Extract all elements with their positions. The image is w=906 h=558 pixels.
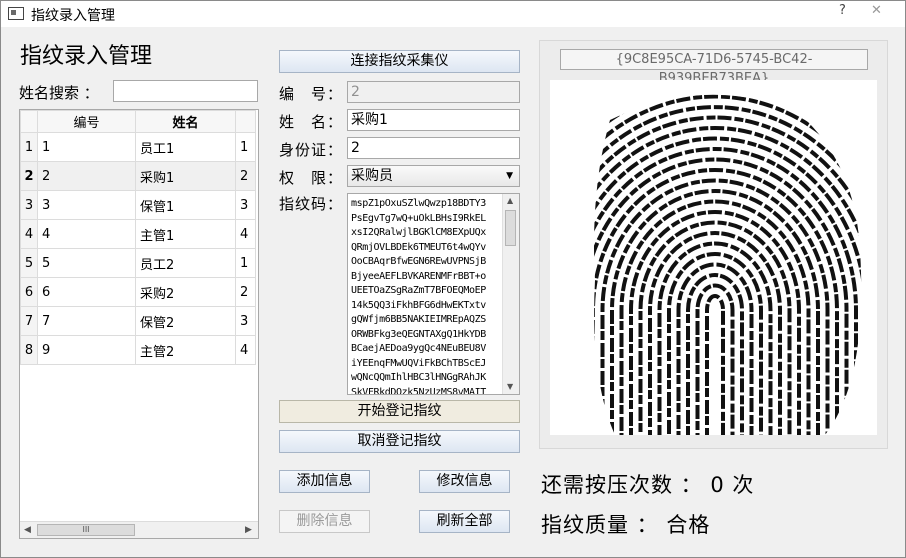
horizontal-scrollbar[interactable]: ◀ III ▶ bbox=[20, 521, 258, 538]
table-row[interactable]: 6 6 采购2 2 bbox=[20, 277, 256, 307]
cell-name[interactable]: 采购1 bbox=[135, 161, 236, 191]
cell-id[interactable]: 1 bbox=[37, 132, 136, 162]
window-title: 指纹录入管理 bbox=[31, 8, 115, 24]
cell-name[interactable]: 主管1 bbox=[135, 219, 236, 249]
fingerprint-image bbox=[550, 80, 877, 435]
cell-extra[interactable]: 2 bbox=[235, 277, 256, 307]
cell-name[interactable]: 采购2 bbox=[135, 277, 236, 307]
cell-extra[interactable]: 2 bbox=[235, 161, 256, 191]
connect-device-button[interactable]: 连接指纹采集仪 bbox=[279, 50, 520, 73]
cell-id[interactable]: 7 bbox=[37, 306, 136, 336]
cancel-enroll-button[interactable]: 取消登记指纹 bbox=[279, 430, 520, 453]
cell-id[interactable]: 6 bbox=[37, 277, 136, 307]
search-label: 姓名搜索 ： bbox=[19, 84, 99, 102]
row-number[interactable]: 4 bbox=[20, 219, 38, 249]
cell-name[interactable]: 保管1 bbox=[135, 190, 236, 220]
cell-name[interactable]: 员工2 bbox=[135, 248, 236, 278]
idcard-label: 身份证： bbox=[279, 141, 344, 159]
idcard-field[interactable]: 2 bbox=[347, 137, 520, 159]
scroll-up-arrow-icon[interactable]: ▲ bbox=[507, 196, 513, 205]
table-row[interactable]: 4 4 主管1 4 bbox=[20, 219, 256, 249]
fingerprint-code-textarea[interactable]: mspZ1pOxuSZlwQwzp18BDTY3 PsEgvTg7wQ+uOkL… bbox=[347, 193, 520, 395]
scroll-right-arrow-icon[interactable]: ▶ bbox=[245, 525, 252, 535]
refresh-all-button[interactable]: 刷新全部 bbox=[419, 510, 510, 533]
row-number[interactable]: 2 bbox=[20, 161, 38, 191]
column-header-extra[interactable] bbox=[235, 110, 256, 133]
cell-id[interactable]: 3 bbox=[37, 190, 136, 220]
table-row[interactable]: 7 7 保管2 3 bbox=[20, 306, 256, 336]
cell-extra[interactable]: 1 bbox=[235, 132, 256, 162]
column-header-id[interactable]: 编号 bbox=[37, 110, 136, 133]
device-guid: {9C8E95CA-71D6-5745-BC42-B939BEB73BEA} bbox=[560, 49, 868, 86]
add-info-button[interactable]: 添加信息 bbox=[279, 470, 370, 493]
cell-name[interactable]: 保管2 bbox=[135, 306, 236, 336]
name-label: 姓 名： bbox=[279, 113, 344, 131]
id-label: 编 号： bbox=[279, 85, 344, 103]
role-label: 权 限： bbox=[279, 169, 344, 187]
cell-extra[interactable]: 1 bbox=[235, 248, 256, 278]
table-row[interactable]: 3 3 保管1 3 bbox=[20, 190, 256, 220]
delete-info-button: 删除信息 bbox=[279, 510, 370, 533]
row-number[interactable]: 7 bbox=[20, 306, 38, 336]
cell-id[interactable]: 5 bbox=[37, 248, 136, 278]
fingerprint-icon bbox=[594, 94, 862, 435]
fingerprint-code-label: 指纹码： bbox=[279, 195, 344, 213]
vertical-scroll-thumb[interactable] bbox=[505, 210, 516, 246]
cell-name[interactable]: 主管2 bbox=[135, 335, 236, 365]
fingerprint-quality-text: 指纹质量 ： 合格 bbox=[541, 513, 711, 537]
table-row[interactable]: 2 2 采购1 2 bbox=[20, 161, 256, 191]
help-icon[interactable]: ? bbox=[839, 3, 846, 18]
role-select[interactable]: 采购员 ▼ bbox=[347, 165, 520, 187]
cell-extra[interactable]: 4 bbox=[235, 335, 256, 365]
cell-name[interactable]: 员工1 bbox=[135, 132, 236, 162]
row-number[interactable]: 5 bbox=[20, 248, 38, 278]
cell-id[interactable]: 9 bbox=[37, 335, 136, 365]
start-enroll-button[interactable]: 开始登记指纹 bbox=[279, 400, 520, 423]
name-field[interactable]: 采购1 bbox=[347, 109, 520, 131]
close-icon[interactable]: ✕ bbox=[871, 3, 882, 18]
row-number[interactable]: 1 bbox=[20, 132, 38, 162]
id-field: 2 bbox=[347, 81, 520, 103]
vertical-scrollbar[interactable]: ▲ ▼ bbox=[502, 194, 519, 394]
cell-id[interactable]: 4 bbox=[37, 219, 136, 249]
sensor-panel: {9C8E95CA-71D6-5745-BC42-B939BEB73BEA} bbox=[539, 40, 888, 449]
table-corner bbox=[20, 110, 38, 133]
scroll-thumb[interactable]: III bbox=[37, 524, 135, 536]
cell-extra[interactable]: 4 bbox=[235, 219, 256, 249]
table-row[interactable]: 1 1 员工1 1 bbox=[20, 132, 256, 162]
page-title: 指纹录入管理 bbox=[20, 44, 153, 69]
title-bar: 指纹录入管理 ? ✕ bbox=[1, 1, 905, 27]
column-header-name[interactable]: 姓名 bbox=[135, 110, 236, 133]
cell-extra[interactable]: 3 bbox=[235, 306, 256, 336]
cell-id[interactable]: 2 bbox=[37, 161, 136, 191]
scroll-left-arrow-icon[interactable]: ◀ bbox=[24, 525, 31, 535]
role-value: 采购员 bbox=[351, 168, 393, 184]
table-row[interactable]: 5 5 员工2 1 bbox=[20, 248, 256, 278]
fingerprint-code-text: mspZ1pOxuSZlwQwzp18BDTY3 PsEgvTg7wQ+uOkL… bbox=[351, 198, 486, 395]
chevron-down-icon: ▼ bbox=[506, 171, 513, 181]
modify-info-button[interactable]: 修改信息 bbox=[419, 470, 510, 493]
employee-table: 编号 姓名 1 1 员工1 1 2 2 采购1 2 3 3 保管1 3 4 4 主管1 4 5 5 员工2 1 6 6 采购… bbox=[19, 109, 259, 539]
row-number[interactable]: 3 bbox=[20, 190, 38, 220]
cell-extra[interactable]: 3 bbox=[235, 190, 256, 220]
window-icon bbox=[8, 7, 24, 20]
remaining-presses-text: 还需按压次数 ： 0 次 bbox=[541, 473, 755, 497]
search-input[interactable] bbox=[113, 80, 258, 102]
app-window: 指纹录入管理 ? ✕ 指纹录入管理 姓名搜索 ： 编号 姓名 1 1 员工1 1 2 2 采… bbox=[0, 0, 906, 558]
row-number[interactable]: 8 bbox=[20, 335, 38, 365]
scroll-down-arrow-icon[interactable]: ▼ bbox=[507, 382, 513, 391]
row-number[interactable]: 6 bbox=[20, 277, 38, 307]
table-row[interactable]: 8 9 主管2 4 bbox=[20, 335, 256, 365]
